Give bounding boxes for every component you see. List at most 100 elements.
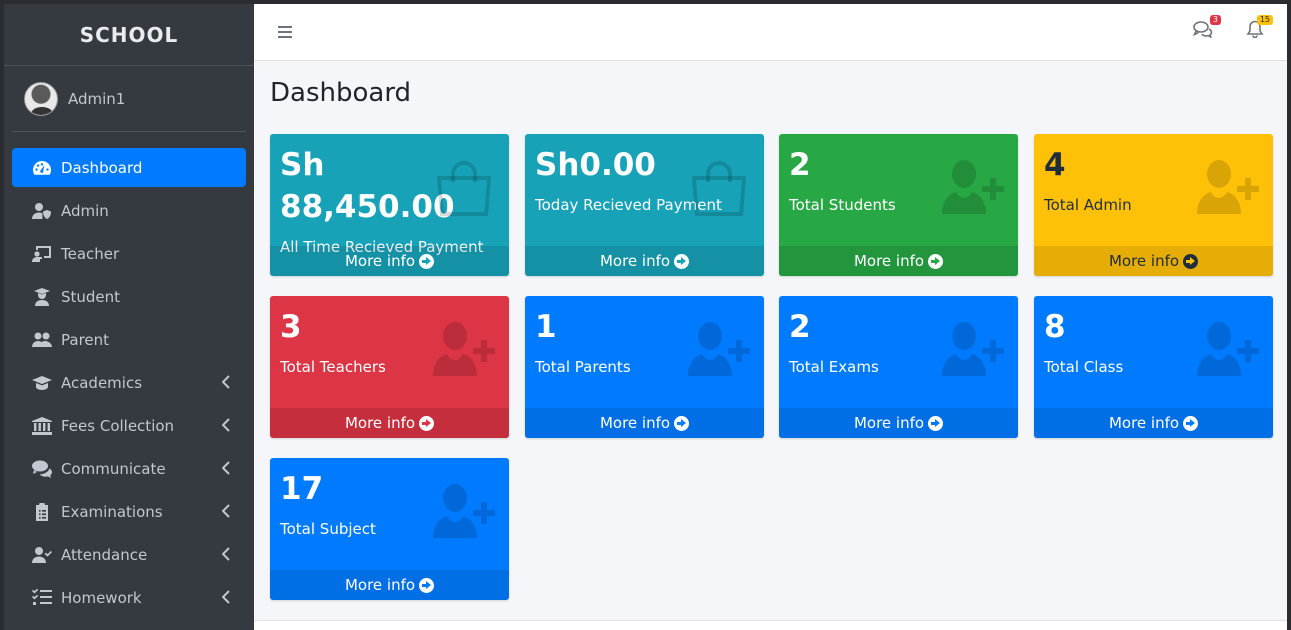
more-info-link[interactable]: More info	[525, 246, 764, 276]
stat-label: Total Parents	[535, 358, 631, 376]
arrow-circle-right-icon	[419, 253, 435, 269]
sidebar-item-examinations[interactable]: Examinations	[12, 492, 246, 531]
stat-box-total-parents: 1 Total Parents More info	[525, 296, 764, 438]
more-info-label: More info	[344, 252, 416, 270]
sidebar-item-label: Student	[61, 287, 121, 306]
brand-logo[interactable]: SCHOOL	[4, 4, 254, 66]
messages-badge: 3	[1209, 15, 1221, 25]
more-info-link[interactable]: More info	[779, 408, 1018, 438]
arrow-circle-right-icon	[1183, 415, 1199, 431]
chevron-left-icon	[221, 461, 230, 479]
more-info-link[interactable]: More info	[270, 408, 509, 438]
sidebar-item-communicate[interactable]: Communicate	[12, 449, 246, 488]
stat-value: 4	[1044, 147, 1066, 183]
chevron-left-icon	[221, 418, 230, 436]
sidebar-item-homework[interactable]: Homework	[12, 578, 246, 617]
user-shield-icon	[31, 202, 53, 220]
navbar-right: 3 15	[1192, 15, 1273, 40]
top-navbar: 3 15	[254, 4, 1287, 61]
sidebar-item-fees-collection[interactable]: Fees Collection	[12, 406, 246, 445]
stat-label: Total Teachers	[280, 358, 386, 376]
stat-label: Total Exams	[789, 358, 879, 376]
more-info-link[interactable]: More info	[779, 246, 1018, 276]
stat-box-total-teachers: 3 Total Teachers More info	[270, 296, 509, 438]
arrow-circle-right-icon	[928, 253, 944, 269]
more-info-label: More info	[853, 252, 925, 270]
more-info-label: More info	[344, 414, 416, 432]
tasks-icon	[31, 588, 53, 607]
stat-label: Total Admin	[1044, 196, 1132, 214]
stat-box-today-payment: Sh0.00 Today Recieved Payment More info	[525, 134, 764, 276]
avatar[interactable]	[24, 81, 58, 116]
shopping-bag-icon	[688, 158, 750, 220]
stat-label: Total Students	[789, 196, 896, 214]
more-info-label: More info	[344, 576, 416, 594]
more-info-label: More info	[1108, 252, 1180, 270]
menu-toggle-icon[interactable]	[278, 23, 292, 41]
chalkboard-teacher-icon	[31, 245, 53, 263]
main-content: 3 15 Dashboard Sh 88,450.00 All Time Rec…	[254, 4, 1287, 630]
user-plus-icon	[433, 482, 495, 544]
user-plus-icon	[1197, 320, 1259, 382]
sidebar-item-label: Communicate	[61, 459, 166, 478]
user-graduate-icon	[31, 287, 53, 306]
comments-icon	[31, 460, 53, 478]
sidebar-nav: Dashboard Admin Teacher Student Parent A…	[4, 132, 254, 617]
stat-box-total-class: 8 Total Class More info	[1034, 296, 1273, 438]
sidebar-item-label: Admin	[61, 201, 109, 220]
more-info-link[interactable]: More info	[270, 246, 509, 276]
sidebar-item-label: Teacher	[61, 244, 120, 263]
arrow-circle-right-icon	[674, 253, 690, 269]
sidebar-item-label: Academics	[61, 373, 143, 392]
sidebar-item-student[interactable]: Student	[12, 277, 246, 316]
chevron-left-icon	[221, 375, 230, 393]
arrow-circle-right-icon	[928, 415, 944, 431]
stat-value: 3	[280, 309, 302, 345]
stat-box-total-exams: 2 Total Exams More info	[779, 296, 1018, 438]
sidebar-item-admin[interactable]: Admin	[12, 191, 246, 230]
sidebar-item-label: Attendance	[61, 545, 148, 564]
stat-value: 2	[789, 147, 811, 183]
sidebar-item-academics[interactable]: Academics	[12, 363, 246, 402]
sidebar: SCHOOL Admin1 Dashboard Admin Teacher St…	[4, 4, 254, 630]
stat-label: Total Class	[1044, 358, 1124, 376]
page-title: Dashboard	[270, 78, 412, 108]
stat-box-total-students: 2 Total Students More info	[779, 134, 1018, 276]
user-plus-icon	[1197, 158, 1259, 220]
arrow-circle-right-icon	[419, 415, 435, 431]
sidebar-item-label: Homework	[61, 588, 142, 607]
sidebar-item-label: Examinations	[61, 502, 163, 521]
sidebar-item-parent[interactable]: Parent	[12, 320, 246, 359]
notifications-button[interactable]: 15	[1245, 15, 1273, 40]
main-footer	[254, 620, 1287, 630]
stat-box-total-subject: 17 Total Subject More info	[270, 458, 509, 600]
more-info-link[interactable]: More info	[525, 408, 764, 438]
shopping-bag-icon	[433, 158, 495, 220]
user-plus-icon	[688, 320, 750, 382]
arrow-circle-right-icon	[674, 415, 690, 431]
user-name[interactable]: Admin1	[68, 90, 125, 108]
more-info-link[interactable]: More info	[270, 570, 509, 600]
chevron-left-icon	[221, 590, 230, 608]
notifications-badge: 15	[1256, 15, 1273, 25]
sidebar-item-dashboard[interactable]: Dashboard	[12, 148, 246, 187]
users-icon	[31, 331, 53, 349]
more-info-label: More info	[1108, 414, 1180, 432]
sidebar-item-label: Parent	[61, 330, 110, 349]
university-icon	[31, 416, 53, 435]
stat-value: 17	[280, 471, 324, 507]
sidebar-item-attendance[interactable]: Attendance	[12, 535, 246, 574]
more-info-label: More info	[599, 252, 671, 270]
more-info-link[interactable]: More info	[1034, 408, 1273, 438]
sidebar-item-teacher[interactable]: Teacher	[12, 234, 246, 273]
user-plus-icon	[942, 158, 1004, 220]
user-panel[interactable]: Admin1	[12, 66, 246, 132]
stat-label: Total Subject	[280, 520, 376, 538]
sidebar-item-label: Fees Collection	[61, 416, 175, 435]
stat-value: 2	[789, 309, 811, 345]
more-info-link[interactable]: More info	[1034, 246, 1273, 276]
messages-button[interactable]: 3	[1192, 15, 1221, 40]
chevron-left-icon	[221, 504, 230, 522]
tachometer-icon	[31, 159, 53, 177]
clipboard-list-icon	[31, 502, 53, 521]
